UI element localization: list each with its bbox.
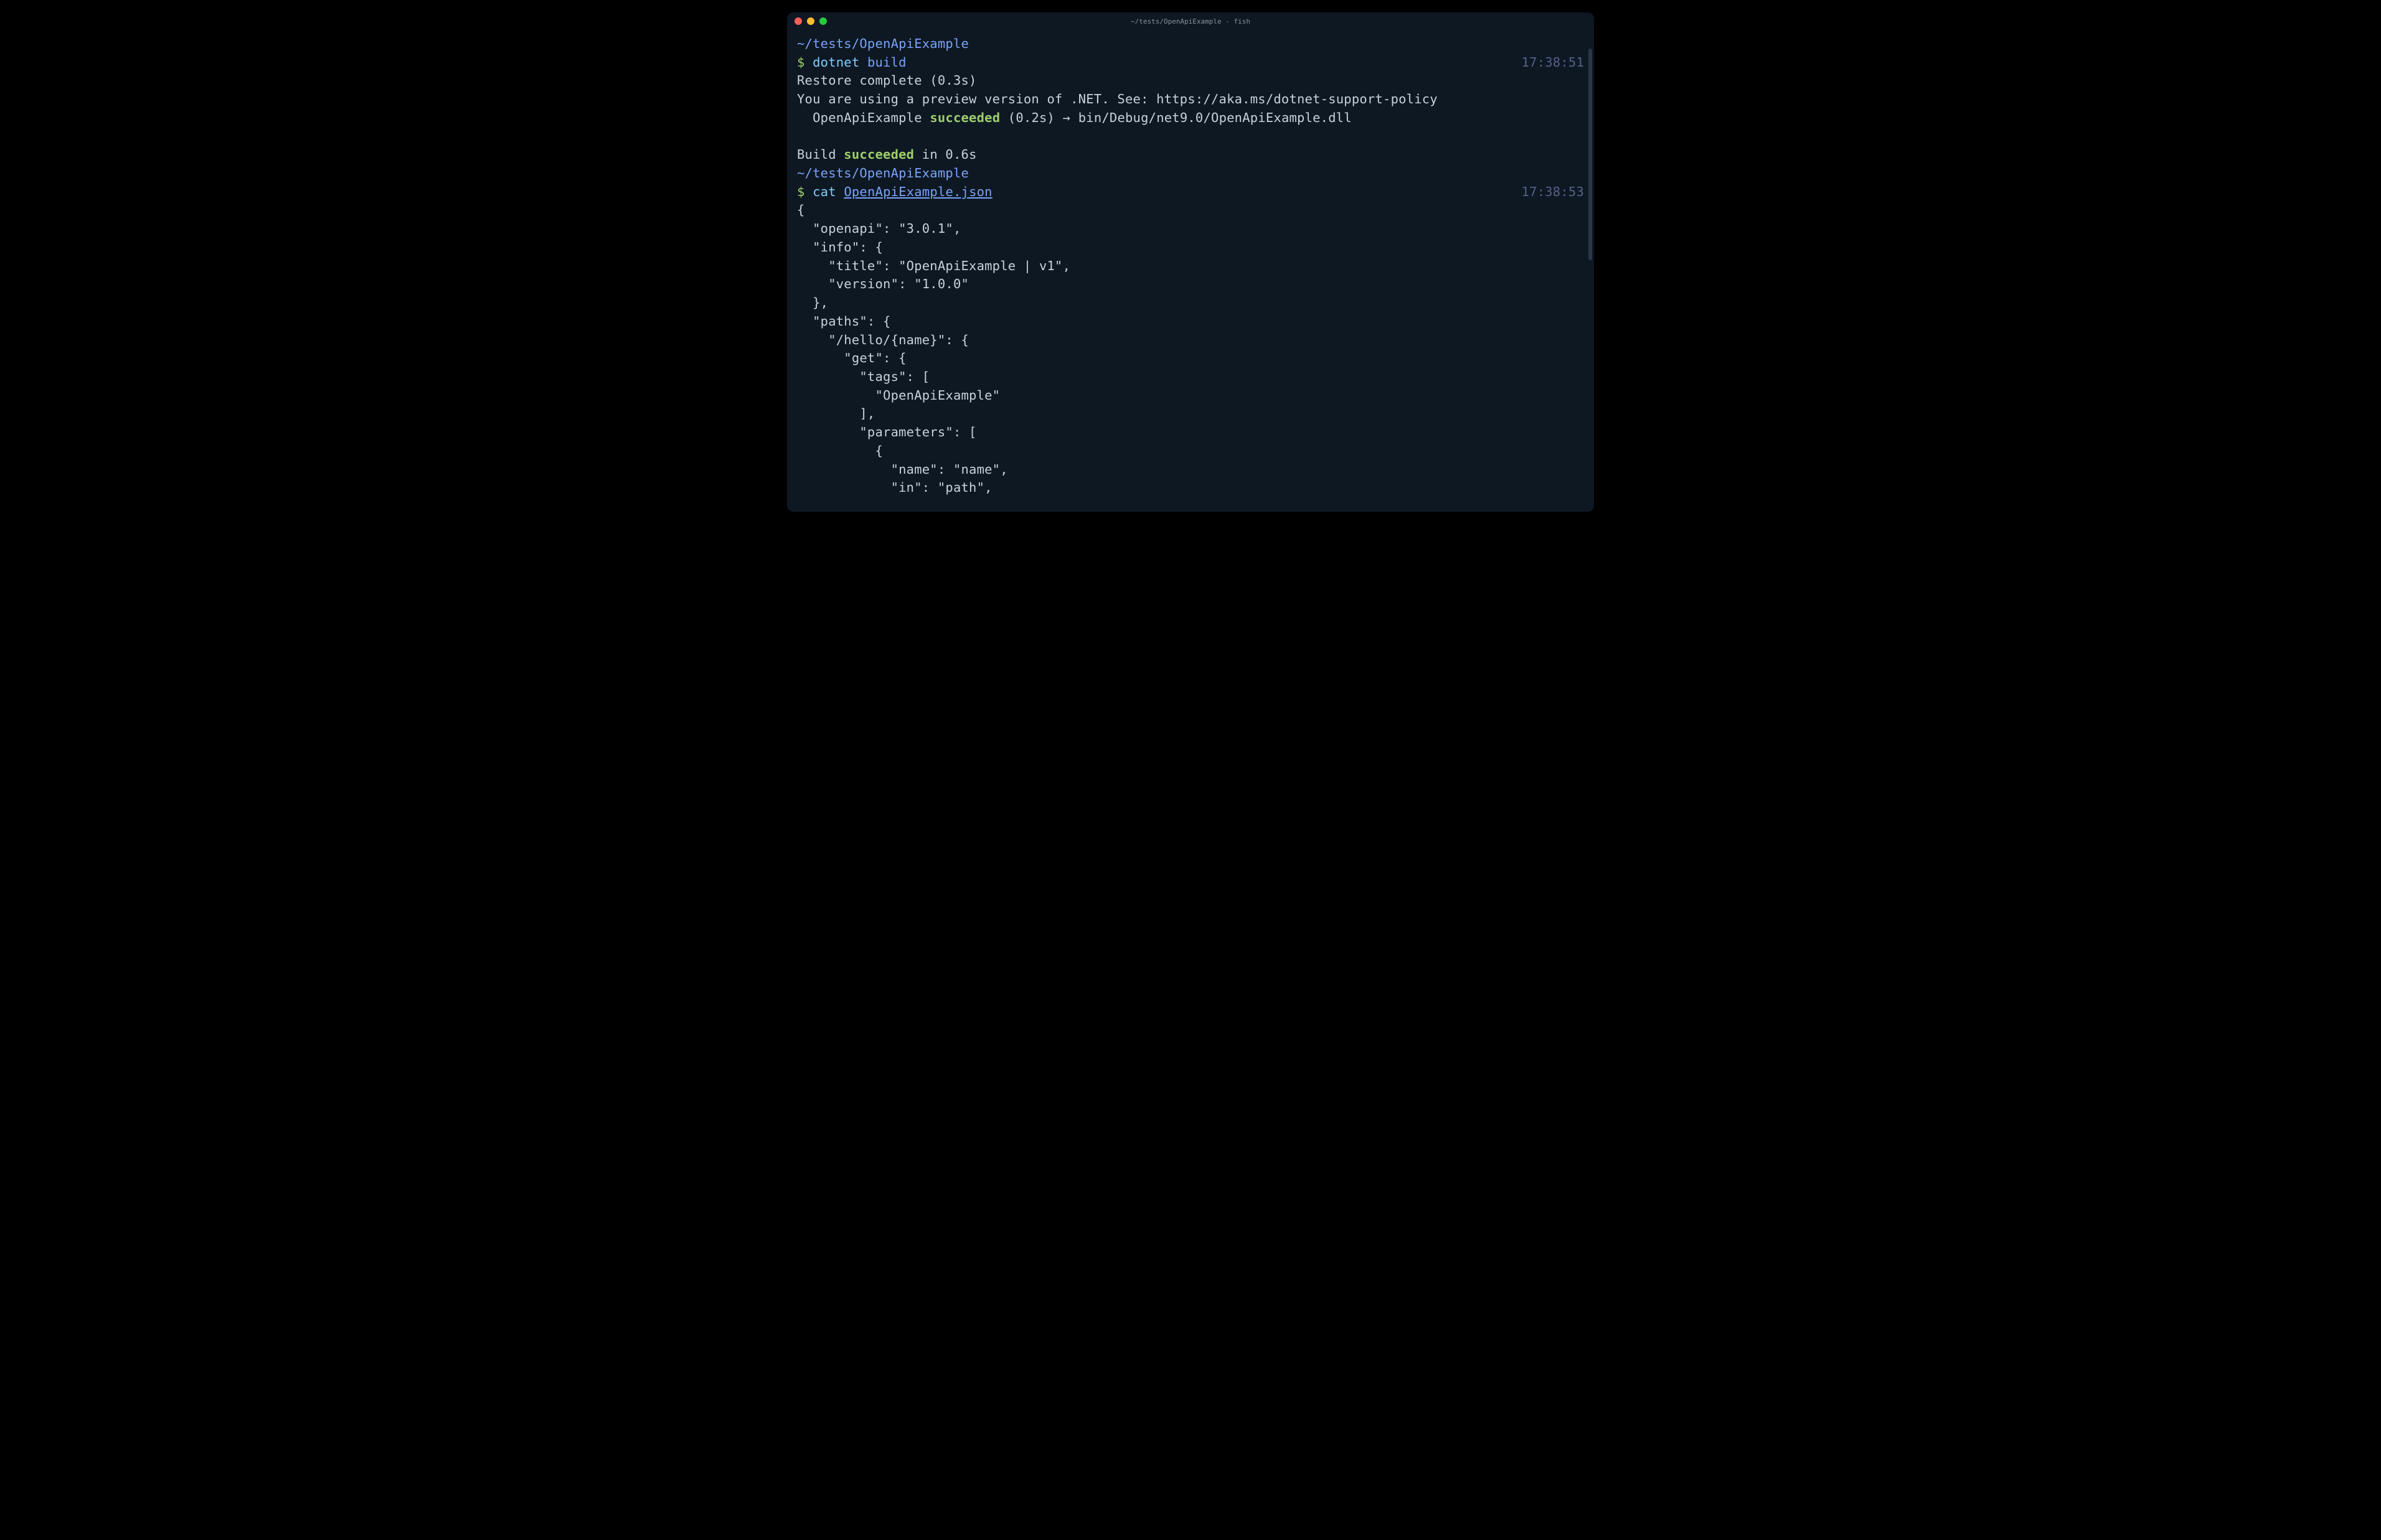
space bbox=[836, 184, 844, 199]
cwd-line: ~/tests/OpenApiExample bbox=[797, 164, 1584, 183]
json-line: "title": "OpenApiExample | v1", bbox=[797, 257, 1584, 276]
terminal-body[interactable]: ~/tests/OpenApiExample $ dotnet build 17… bbox=[787, 30, 1594, 512]
json-line: "tags": [ bbox=[797, 368, 1584, 387]
json-line: "/hello/{name}": { bbox=[797, 331, 1584, 350]
output-line: Build succeeded in 0.6s bbox=[797, 146, 1584, 164]
prompt-symbol: $ bbox=[797, 55, 813, 70]
json-line: "openapi": "3.0.1", bbox=[797, 220, 1584, 238]
prompt-line: $ dotnet build 17:38:51 bbox=[797, 54, 1584, 72]
command: cat bbox=[813, 184, 836, 199]
json-line: "paths": { bbox=[797, 312, 1584, 331]
success-text: succeeded bbox=[930, 110, 1000, 125]
terminal-window: ~/tests/OpenApiExample - fish ~/tests/Op… bbox=[787, 12, 1594, 512]
json-line: }, bbox=[797, 294, 1584, 312]
window-title: ~/tests/OpenApiExample - fish bbox=[1131, 17, 1250, 26]
prompt-line: $ cat OpenApiExample.json 17:38:53 bbox=[797, 183, 1584, 202]
success-text: succeeded bbox=[844, 147, 914, 162]
json-line: "name": "name", bbox=[797, 461, 1584, 479]
output-text: OpenApiExample bbox=[797, 110, 930, 125]
timestamp: 17:38:51 bbox=[1522, 54, 1584, 72]
output-line: Restore complete (0.3s) bbox=[797, 72, 1584, 90]
json-line: "OpenApiExample" bbox=[797, 387, 1584, 405]
json-line: "parameters": [ bbox=[797, 423, 1584, 442]
timestamp: 17:38:53 bbox=[1522, 183, 1584, 202]
json-line: ], bbox=[797, 405, 1584, 423]
json-line: "get": { bbox=[797, 349, 1584, 368]
json-line: "in": "path", bbox=[797, 479, 1584, 497]
output-text: in 0.6s bbox=[914, 147, 976, 162]
titlebar: ~/tests/OpenApiExample - fish bbox=[787, 12, 1594, 30]
scrollbar[interactable] bbox=[1588, 49, 1592, 260]
command-arg: build bbox=[859, 55, 906, 70]
prompt-left: $ cat OpenApiExample.json bbox=[797, 183, 992, 202]
command-arg: OpenApiExample.json bbox=[844, 184, 992, 199]
json-line: { bbox=[797, 442, 1584, 461]
maximize-button[interactable] bbox=[819, 17, 827, 25]
traffic-lights bbox=[794, 17, 827, 25]
command: dotnet bbox=[813, 55, 859, 70]
output-line: You are using a preview version of .NET.… bbox=[797, 90, 1584, 109]
output-line: OpenApiExample succeeded (0.2s) → bin/De… bbox=[797, 109, 1584, 128]
json-line: "version": "1.0.0" bbox=[797, 275, 1584, 294]
close-button[interactable] bbox=[794, 17, 802, 25]
json-line: "info": { bbox=[797, 238, 1584, 257]
output-text: (0.2s) → bin/Debug/net9.0/OpenApiExample… bbox=[1000, 110, 1352, 125]
blank-line bbox=[797, 128, 1584, 146]
cwd: ~/tests/OpenApiExample bbox=[797, 166, 969, 181]
prompt-symbol: $ bbox=[797, 184, 813, 199]
json-line: { bbox=[797, 201, 1584, 220]
cwd: ~/tests/OpenApiExample bbox=[797, 36, 969, 51]
prompt-left: $ dotnet build bbox=[797, 54, 907, 72]
minimize-button[interactable] bbox=[807, 17, 814, 25]
output-text: Build bbox=[797, 147, 844, 162]
cwd-line: ~/tests/OpenApiExample bbox=[797, 35, 1584, 54]
